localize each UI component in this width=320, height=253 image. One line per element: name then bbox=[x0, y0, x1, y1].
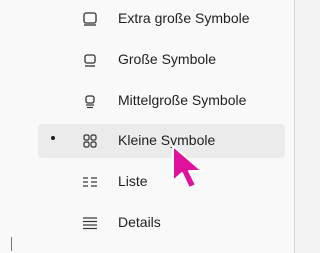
menu-item-extra-large-icons[interactable]: Extra große Symbole bbox=[38, 2, 285, 36]
selected-bullet-icon bbox=[51, 136, 55, 140]
menu-item-details[interactable]: Details bbox=[38, 206, 285, 240]
menu-item-medium-icons[interactable]: Mittelgroße Symbole bbox=[38, 84, 285, 118]
menu-item-label: Liste bbox=[118, 173, 148, 189]
details-icon bbox=[83, 217, 97, 230]
menu-item-label: Extra große Symbole bbox=[118, 10, 250, 26]
list-icon bbox=[83, 177, 97, 187]
extra-large-icons-icon bbox=[83, 12, 97, 26]
mouse-cursor-icon bbox=[172, 145, 203, 189]
scrollbar-tick bbox=[11, 237, 12, 251]
menu-item-large-icons[interactable]: Große Symbole bbox=[38, 43, 285, 77]
menu-item-list[interactable]: Liste bbox=[38, 165, 285, 199]
large-icons-icon bbox=[84, 54, 96, 67]
menu-item-label: Mittelgroße Symbole bbox=[118, 92, 247, 108]
menu-item-small-icons[interactable]: Kleine Symbole bbox=[38, 124, 285, 158]
medium-icons-icon bbox=[85, 95, 95, 109]
menu-item-label: Große Symbole bbox=[118, 51, 217, 67]
view-menu: Extra große Symbole Große Symbole Mittel… bbox=[0, 0, 295, 253]
small-icons-icon bbox=[83, 134, 97, 148]
menu-item-label: Details bbox=[118, 214, 161, 230]
